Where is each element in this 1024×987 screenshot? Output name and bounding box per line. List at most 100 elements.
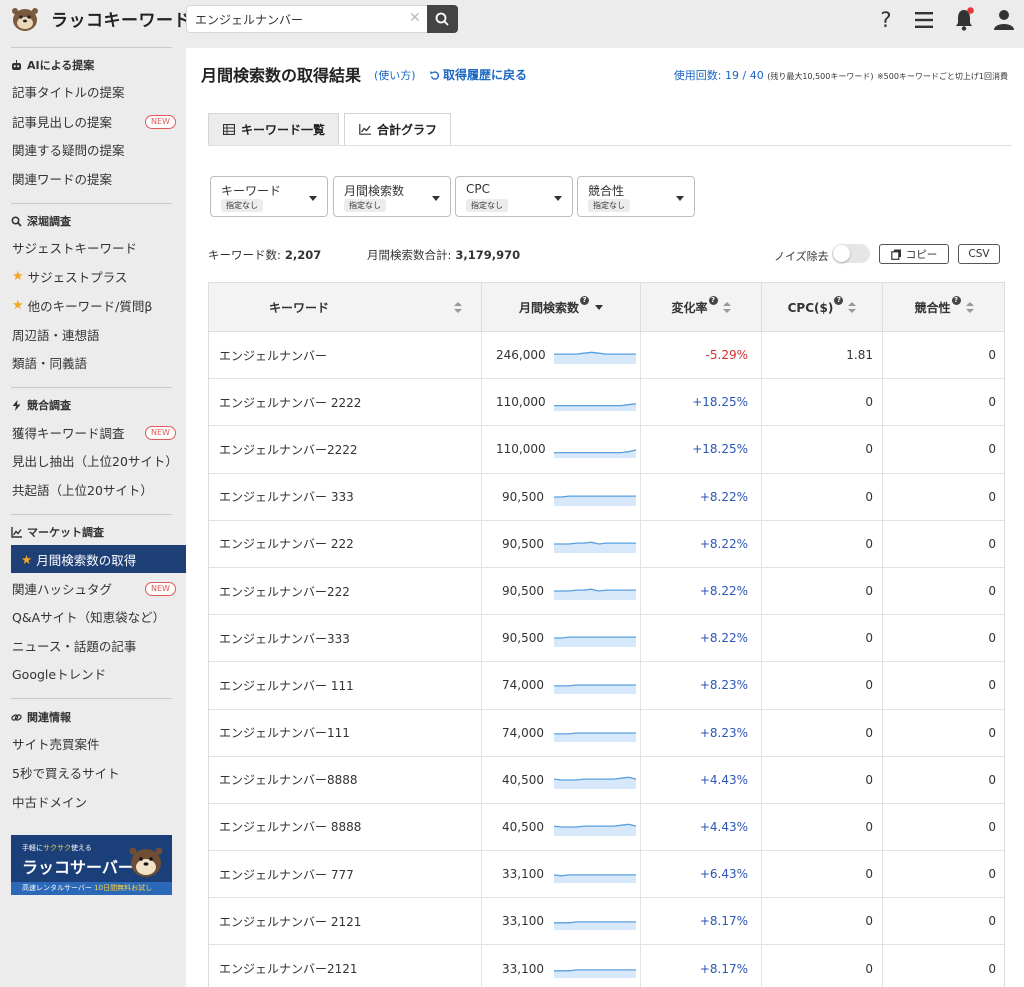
cell-change: +4.43% bbox=[641, 803, 762, 851]
table-row[interactable]: エンジェルナンバー 222 90,500 +8.22% 0 0 bbox=[209, 520, 1004, 568]
filter-cpc[interactable]: CPC 指定なし bbox=[455, 176, 573, 217]
menu-icon[interactable] bbox=[911, 6, 937, 34]
stat-value: 3,179,970 bbox=[455, 248, 521, 262]
sidebar-item-acquired-keywords[interactable]: 獲得キーワード調査 bbox=[12, 422, 125, 442]
table-row[interactable]: エンジェルナンバー 246,000 -5.29% 1.81 0 bbox=[209, 332, 1004, 380]
cell-keyword[interactable]: エンジェルナンバー222 bbox=[209, 567, 482, 615]
csv-button[interactable]: CSV bbox=[958, 244, 1000, 264]
sidebar-item-suggest-keyword[interactable]: サジェストキーワード bbox=[12, 237, 137, 257]
sort-icon bbox=[848, 301, 857, 314]
column-header-cpc[interactable]: CPC($)? bbox=[762, 283, 883, 332]
filter-keyword[interactable]: キーワード 指定なし bbox=[210, 176, 328, 217]
column-header-keyword[interactable]: キーワード bbox=[209, 283, 482, 332]
sidebar-item-other-keywords[interactable]: ★ 他のキーワード/質問β bbox=[12, 295, 152, 315]
sidebar-item-instant-sites[interactable]: 5秒で買えるサイト bbox=[12, 762, 120, 782]
cell-keyword[interactable]: エンジェルナンバー 2222 bbox=[209, 379, 482, 426]
back-link-label: 取得履歴に戻る bbox=[443, 68, 528, 82]
stat-label: キーワード数: bbox=[208, 248, 281, 262]
cell-keyword[interactable]: エンジェルナンバー bbox=[209, 332, 482, 379]
column-label: CPC($) bbox=[787, 300, 834, 315]
sidebar-item-article-title[interactable]: 記事タイトルの提案 bbox=[12, 81, 125, 101]
sparkline-area bbox=[554, 450, 636, 459]
sidebar-item-monthly-volume[interactable]: ★ 月間検索数の取得 bbox=[11, 545, 186, 573]
sidebar-item-site-sales[interactable]: サイト売買案件 bbox=[12, 733, 100, 753]
table-row[interactable]: エンジェルナンバー222 90,500 +8.22% 0 0 bbox=[209, 567, 1004, 616]
help-icon[interactable]: ? bbox=[708, 296, 718, 305]
cell-keyword[interactable]: エンジェルナンバー2222 bbox=[209, 426, 482, 473]
column-header-change[interactable]: 変化率? bbox=[641, 283, 762, 332]
table-row[interactable]: エンジェルナンバー 111 74,000 +8.23% 0 0 bbox=[209, 662, 1004, 710]
banner-strip: 高速レンタルサーバー 10日間無料お試し bbox=[11, 882, 172, 895]
close-icon[interactable]: ✕ bbox=[409, 11, 423, 25]
filter-volume[interactable]: 月間検索数 指定なし bbox=[333, 176, 451, 217]
cell-volume: 74,000 bbox=[482, 709, 641, 756]
cell-keyword[interactable]: エンジェルナンバー111 bbox=[209, 709, 482, 756]
cell-change: +8.17% bbox=[641, 945, 762, 987]
filter-competition[interactable]: 競合性 指定なし bbox=[577, 176, 695, 217]
copy-button[interactable]: コピー bbox=[879, 244, 949, 264]
table-row[interactable]: エンジェルナンバー 2222 110,000 +18.25% 0 0 bbox=[209, 379, 1004, 427]
table-row[interactable]: エンジェルナンバー2121 33,100 +8.17% 0 0 bbox=[209, 945, 1004, 987]
table-row[interactable]: エンジェルナンバー 8888 40,500 +4.43% 0 0 bbox=[209, 803, 1004, 852]
section-heading-market: マーケット調査 bbox=[11, 524, 104, 540]
table-row[interactable]: エンジェルナンバー111 74,000 +8.23% 0 0 bbox=[209, 709, 1004, 757]
help-link[interactable]: (使い方) bbox=[374, 67, 416, 83]
help-icon[interactable]: ? bbox=[951, 296, 961, 305]
search-button[interactable] bbox=[427, 5, 458, 33]
help-icon[interactable]: ? bbox=[834, 296, 844, 305]
column-header-competition[interactable]: 競合性? bbox=[883, 283, 1005, 332]
undo-icon bbox=[430, 70, 440, 80]
stat-label: 月間検索数合計: bbox=[367, 248, 452, 262]
sidebar-item-used-domains[interactable]: 中古ドメイン bbox=[12, 791, 87, 811]
sparkline-area bbox=[554, 495, 636, 506]
cell-keyword[interactable]: エンジェルナンバー8888 bbox=[209, 756, 482, 803]
sidebar-item-suggest-plus[interactable]: ★ サジェストプラス bbox=[12, 266, 127, 286]
help-icon[interactable]: ? bbox=[580, 296, 589, 305]
cell-keyword[interactable]: エンジェルナンバー 2121 bbox=[209, 898, 482, 945]
sidebar-item-news[interactable]: ニュース・話題の記事 bbox=[12, 635, 136, 655]
cell-keyword[interactable]: エンジェルナンバー 111 bbox=[209, 662, 482, 709]
sidebar-item-qa-sites[interactable]: Q&Aサイト（知恵袋など） bbox=[12, 606, 165, 626]
sidebar-item-heading-extract[interactable]: 見出し抽出（上位20サイト） bbox=[12, 450, 178, 470]
sidebar-item-label: 共起語（上位20サイト） bbox=[12, 482, 153, 498]
bell-icon[interactable] bbox=[951, 6, 977, 34]
column-header-volume[interactable]: 月間検索数? bbox=[482, 283, 641, 332]
sidebar-item-synonyms[interactable]: 類語・同義語 bbox=[12, 352, 87, 372]
rakko-server-banner[interactable]: 手軽にサクサク使える ラッコサーバー 高速レンタルサーバー 10日間無料お試し bbox=[11, 835, 172, 895]
sidebar-item-google-trends[interactable]: Googleトレンド bbox=[12, 663, 106, 683]
table-row[interactable]: エンジェルナンバー 777 33,100 +6.43% 0 0 bbox=[209, 851, 1004, 899]
sidebar-item-article-heading[interactable]: 記事見出しの提案 bbox=[12, 111, 112, 131]
section-heading-deep-dive: 深堀調査 bbox=[11, 213, 71, 229]
user-icon[interactable] bbox=[991, 6, 1017, 34]
filter-value: 指定なし bbox=[344, 199, 386, 212]
help-icon[interactable]: ? bbox=[873, 6, 899, 34]
noise-filter-toggle[interactable] bbox=[832, 244, 870, 263]
tab-keyword-list[interactable]: キーワード一覧 bbox=[208, 113, 339, 145]
cell-keyword[interactable]: エンジェルナンバー 8888 bbox=[209, 803, 482, 851]
sidebar-item-related-questions[interactable]: 関連する疑問の提案 bbox=[12, 139, 125, 159]
cell-change: +6.43% bbox=[641, 851, 762, 898]
table-row[interactable]: エンジェルナンバー 333 90,500 +8.22% 0 0 bbox=[209, 473, 1004, 521]
table-row[interactable]: エンジェルナンバー333 90,500 +8.22% 0 0 bbox=[209, 615, 1004, 663]
logo[interactable]: ラッコキーワード bbox=[11, 4, 191, 32]
table-row[interactable]: エンジェルナンバー2222 110,000 +18.25% 0 0 bbox=[209, 426, 1004, 474]
sidebar-item-label: 関連する疑問の提案 bbox=[12, 142, 125, 158]
cell-keyword[interactable]: エンジェルナンバー 222 bbox=[209, 520, 482, 567]
table-row[interactable]: エンジェルナンバー 2121 33,100 +8.17% 0 0 bbox=[209, 898, 1004, 946]
sidebar-item-associated-words[interactable]: 周辺語・連想語 bbox=[12, 324, 100, 344]
sidebar-item-related-words[interactable]: 関連ワードの提案 bbox=[12, 168, 112, 188]
search-input[interactable] bbox=[187, 6, 429, 32]
sidebar-item-cooccurrence[interactable]: 共起語（上位20サイト） bbox=[12, 479, 153, 499]
tab-total-graph[interactable]: 合計グラフ bbox=[344, 113, 451, 145]
sidebar-item-hashtags[interactable]: 関連ハッシュタグ bbox=[12, 578, 112, 598]
sidebar-item-label: 関連ハッシュタグ bbox=[12, 581, 113, 597]
new-badge: NEW bbox=[145, 582, 176, 596]
cell-keyword[interactable]: エンジェルナンバー 333 bbox=[209, 473, 482, 520]
back-to-history-link[interactable]: 取得履歴に戻る bbox=[430, 66, 527, 83]
cell-keyword[interactable]: エンジェルナンバー333 bbox=[209, 615, 482, 662]
cell-keyword[interactable]: エンジェルナンバー2121 bbox=[209, 945, 482, 987]
cell-keyword[interactable]: エンジェルナンバー 777 bbox=[209, 851, 482, 898]
sparkline-area bbox=[554, 875, 636, 884]
table-row[interactable]: エンジェルナンバー8888 40,500 +4.43% 0 0 bbox=[209, 756, 1004, 804]
sparkline-line bbox=[554, 449, 636, 454]
